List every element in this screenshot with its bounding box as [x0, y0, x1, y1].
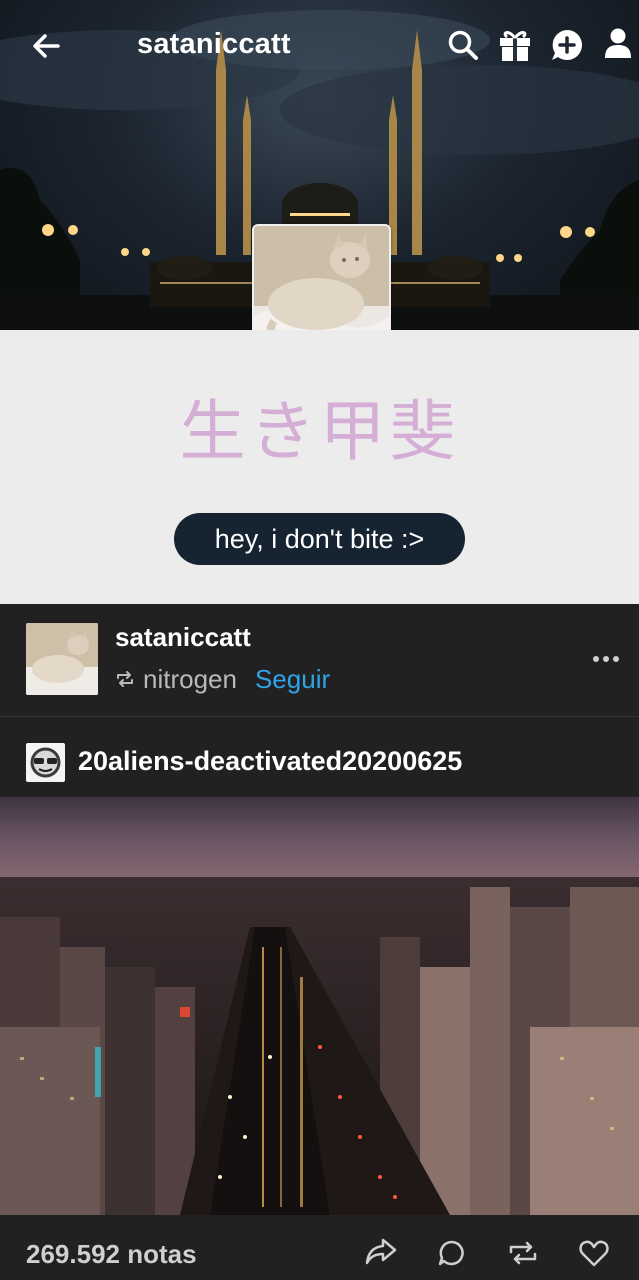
reply-icon[interactable]: [438, 1239, 466, 1267]
account-icon[interactable]: [605, 28, 631, 60]
post-footer: 269.592 notas: [0, 1215, 639, 1280]
search-icon[interactable]: [447, 29, 479, 61]
reblog-icon[interactable]: [508, 1240, 538, 1266]
cat-avatar-image: [26, 623, 98, 695]
post-header: sataniccatt nitrogen Seguir: [0, 604, 639, 717]
reblog-row: nitrogen Seguir: [115, 662, 330, 696]
sunglasses-face-icon: [30, 747, 61, 778]
blog-description-area: 生き甲斐 hey, i don't bite :>: [0, 330, 639, 604]
back-arrow-icon[interactable]: [30, 30, 62, 62]
blog-description: hey, i don't bite :>: [174, 513, 465, 565]
city-night-photo: [0, 797, 639, 1215]
post-author-avatar[interactable]: [26, 623, 98, 695]
post-photo[interactable]: [0, 797, 639, 1215]
reblog-source-name[interactable]: nitrogen: [143, 664, 237, 695]
blog-title: sataniccatt: [137, 28, 291, 60]
follow-button[interactable]: Seguir: [255, 664, 330, 695]
share-icon[interactable]: [365, 1237, 397, 1265]
post-author-name[interactable]: sataniccatt: [115, 622, 251, 653]
message-icon[interactable]: [550, 28, 584, 62]
notes-count[interactable]: 269.592 notas: [26, 1239, 197, 1270]
source-blog-name[interactable]: 20aliens-deactivated20200625: [78, 746, 462, 777]
source-blog-avatar[interactable]: [26, 743, 65, 782]
source-blog-row: 20aliens-deactivated20200625: [0, 716, 639, 796]
like-icon[interactable]: [579, 1239, 609, 1267]
blog-title-kanji: 生き甲斐: [179, 393, 460, 470]
post-card: sataniccatt nitrogen Seguir 20aliens-dea…: [0, 604, 639, 1280]
reblog-small-icon: [117, 671, 133, 687]
more-options-icon[interactable]: [592, 654, 620, 664]
gift-icon[interactable]: [498, 27, 532, 63]
